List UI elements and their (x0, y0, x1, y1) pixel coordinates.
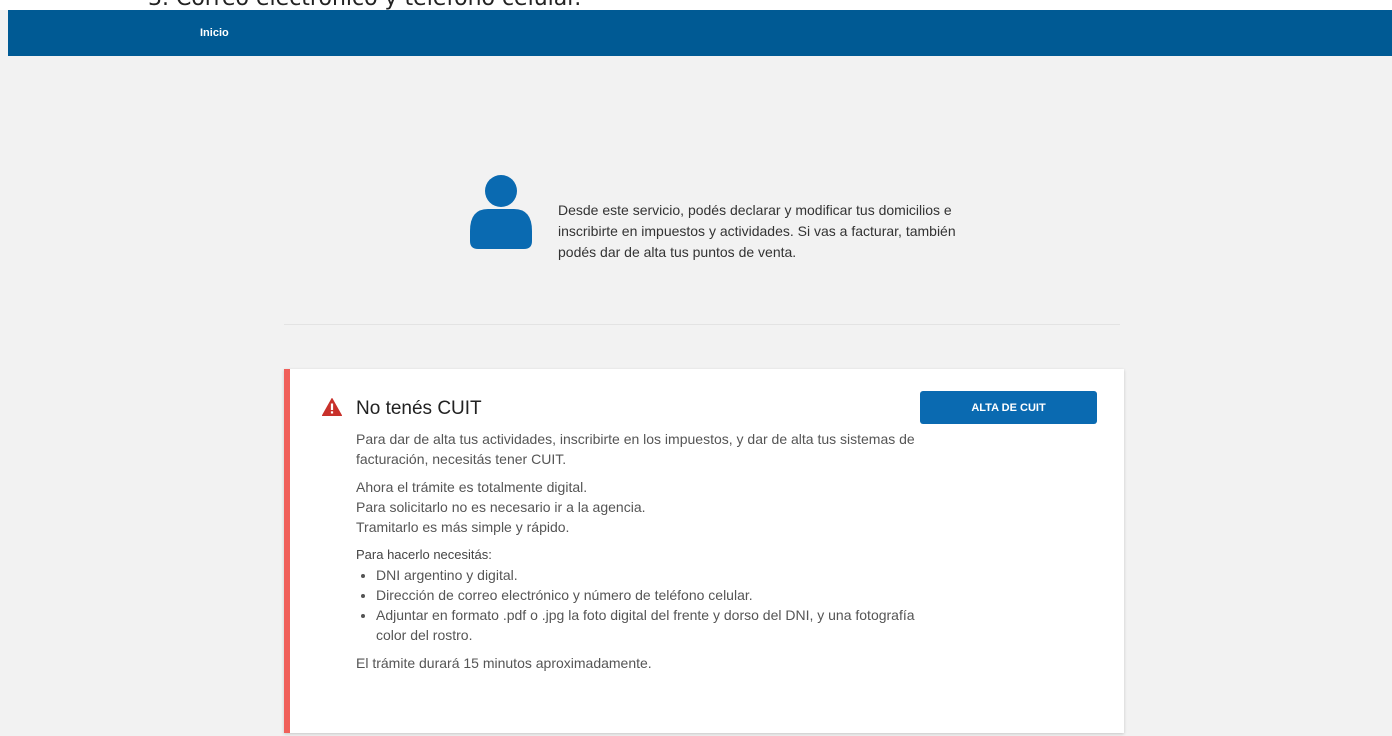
top-strip-text: 3. Correo electrónico y teléfono celular… (148, 0, 581, 10)
user-icon (470, 175, 532, 249)
requirement-item: Dirección de correo electrónico y número… (376, 585, 926, 605)
alert-body: Para dar de alta tus actividades, inscri… (356, 429, 926, 681)
digital-line: Tramitarlo es más simple y rápido. (356, 519, 570, 535)
digital-line: Ahora el trámite es totalmente digital. (356, 479, 588, 495)
requirements-heading: Para hacerlo necesitás: (356, 547, 492, 562)
top-strip: 3. Correo electrónico y teléfono celular… (0, 0, 1392, 10)
warning-icon (322, 398, 342, 416)
requirement-item: DNI argentino y digital. (376, 565, 926, 585)
alert-intro-text: Para dar de alta tus actividades, inscri… (356, 431, 915, 467)
divider (284, 324, 1120, 325)
navbar: Inicio (8, 10, 1392, 56)
requirement-item: Adjuntar en formato .pdf o .jpg la foto … (376, 605, 926, 645)
alta-de-cuit-button[interactable]: ALTA DE CUIT (920, 391, 1097, 424)
intro-description: Desde este servicio, podés declarar y mo… (558, 202, 956, 260)
digital-line: Para solicitarlo no es necesario ir a la… (356, 499, 646, 515)
nav-link-inicio[interactable]: Inicio (200, 27, 229, 39)
main-content: Desde este servicio, podés declarar y mo… (8, 56, 1392, 736)
duration-text: El trámite durará 15 minutos aproximadam… (356, 655, 652, 671)
requirements-list: DNI argentino y digital. Dirección de co… (356, 565, 926, 645)
no-cuit-alert: No tenés CUIT ALTA DE CUIT Para dar de a… (284, 369, 1124, 733)
digital-info: Ahora el trámite es totalmente digital. … (356, 477, 926, 537)
alert-title: No tenés CUIT (356, 398, 482, 419)
